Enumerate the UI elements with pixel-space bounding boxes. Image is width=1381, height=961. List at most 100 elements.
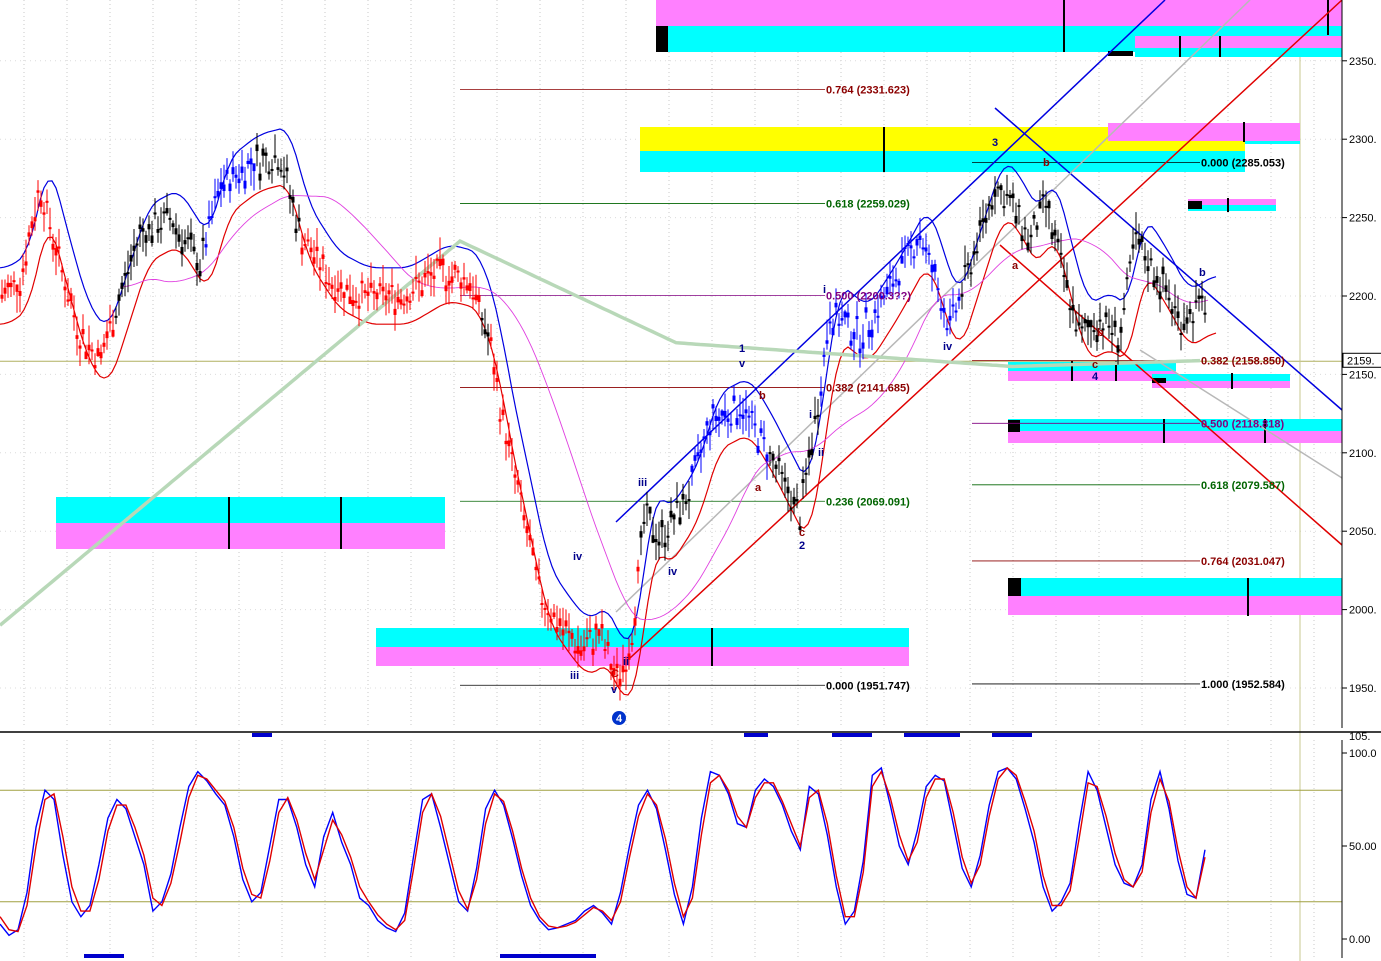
price-bar-body	[201, 237, 205, 242]
price-bar-body	[522, 515, 526, 521]
price-bar-body	[438, 259, 442, 266]
axis-tick-label: 100.0	[1349, 748, 1377, 760]
price-bar-body	[564, 620, 568, 627]
price-bar-body	[219, 182, 223, 189]
price-bar-body	[357, 305, 361, 309]
price-bar-body	[1038, 201, 1042, 209]
price-bar-body	[510, 452, 514, 455]
fib-label: 1.000 (1952.584)	[1201, 679, 1285, 691]
price-bar-body	[780, 471, 784, 474]
price-bar-body	[1104, 312, 1108, 318]
price-bar-body	[786, 486, 790, 494]
price-bar-body	[1044, 205, 1048, 208]
price-bar-body	[888, 275, 892, 279]
price-bar-body	[1059, 252, 1063, 255]
price-bar-body	[321, 254, 325, 259]
price-bar-body	[1110, 332, 1114, 335]
price-bar-body	[378, 283, 382, 287]
price-bar-body	[465, 285, 469, 291]
axis-tick-label: 2250.	[1349, 213, 1377, 225]
price-bar-body	[9, 282, 13, 288]
price-bar-body	[1020, 235, 1024, 242]
price-bar-body	[1002, 206, 1006, 209]
price-bar-body	[528, 535, 532, 541]
price-bar-body	[957, 296, 961, 301]
price-bar-body	[561, 629, 565, 636]
price-bar-body	[741, 414, 745, 419]
price-bar-body	[1077, 322, 1081, 326]
price-bar-body	[657, 541, 661, 546]
wave-label: b	[1043, 157, 1050, 169]
price-bar-body	[24, 261, 28, 266]
price-bar-body	[390, 285, 394, 288]
price-bar-body	[405, 296, 409, 302]
price-bar-body	[48, 227, 52, 230]
price-bar-body	[1086, 319, 1090, 328]
price-bar-body	[1149, 258, 1153, 261]
price-bar-body	[93, 365, 97, 369]
price-bar-body	[1134, 232, 1138, 235]
price-bar-body	[591, 648, 595, 655]
price-bar-body	[81, 329, 85, 335]
price-bar-body	[600, 623, 604, 629]
price-bar-body	[393, 308, 397, 315]
axis-tick-label: 2300.	[1349, 134, 1377, 146]
axis-tick-label: 0.00	[1349, 934, 1370, 946]
price-bar-body	[42, 212, 46, 215]
price-bar-body	[714, 415, 718, 422]
price-bar-body	[531, 547, 535, 556]
price-bar-body	[525, 526, 529, 534]
price-bar-body	[408, 300, 412, 303]
price-bar-body	[369, 282, 373, 288]
price-bar-body	[738, 414, 742, 417]
price-bar-body	[939, 308, 943, 311]
price-bar-body	[1041, 194, 1045, 197]
fib-label: 0.764 (2331.623)	[826, 85, 910, 97]
price-bar-body	[1029, 234, 1033, 238]
price-bar-body	[429, 272, 433, 276]
stock-chart: 0.764 (2331.623) 0.618 (2259.029) 0.500 (2…	[0, 0, 1381, 961]
signal-marker	[252, 733, 272, 737]
price-bar-body	[597, 629, 601, 636]
fib-label: 0.618 (2259.029)	[826, 198, 910, 210]
price-bar-body	[447, 280, 451, 286]
price-bar-body	[66, 299, 70, 302]
fib-label: 0.500 (2118.818)	[1201, 418, 1285, 430]
price-bar-body	[309, 247, 313, 253]
price-bar-body	[138, 224, 142, 229]
price-bar-body	[915, 239, 919, 246]
price-bar-body	[687, 499, 691, 502]
wave-label: v	[739, 358, 746, 370]
price-bar-body	[906, 242, 910, 246]
signal-marker	[904, 733, 960, 737]
price-bar-body	[774, 464, 778, 469]
price-bar-body	[792, 496, 796, 505]
price-bar-body	[1083, 319, 1087, 324]
axis-tick-label: 2050.	[1349, 526, 1377, 538]
price-bar-body	[1173, 306, 1177, 309]
oscillator-line	[0, 766, 1206, 937]
price-bar-body	[216, 190, 220, 197]
axis-tick-label: 2000.	[1349, 605, 1377, 617]
axis-tick-label: 50.00	[1349, 841, 1377, 853]
price-bar-body	[156, 229, 160, 233]
price-bar-body	[273, 155, 277, 158]
price-bar-body	[1074, 329, 1078, 332]
price-bar-body	[120, 282, 124, 289]
price-bar-body	[663, 542, 667, 548]
price-bar-body	[135, 243, 139, 246]
price-bar-body	[276, 167, 280, 170]
zone-top2-pink	[1135, 36, 1342, 48]
price-bar-body	[381, 286, 385, 292]
price-bar-body	[21, 268, 25, 272]
price-bar-body	[1170, 309, 1174, 314]
price-bar-body	[942, 307, 946, 313]
price-bar-body	[33, 217, 37, 222]
price-bar-body	[795, 499, 799, 502]
price-bar-body	[0, 294, 4, 299]
wave-label: i	[823, 284, 826, 296]
price-bar-body	[1185, 317, 1189, 324]
price-bar-body	[60, 270, 64, 273]
price-bar-body	[1146, 266, 1150, 272]
price-bar-body	[993, 189, 997, 197]
